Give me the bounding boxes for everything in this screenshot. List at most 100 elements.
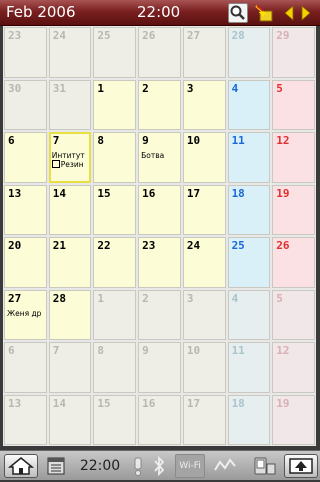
day-number: 12 [276, 344, 290, 357]
goto-today-button[interactable] [254, 3, 274, 23]
day-cell[interactable]: 3 [182, 289, 226, 340]
status-bar: 22:00 Wi-Fi [0, 450, 320, 480]
month-title[interactable]: Feb 2006 [6, 3, 76, 21]
day-cell[interactable]: 25 [93, 27, 137, 78]
day-cell[interactable]: 10 [182, 132, 226, 183]
day-cell[interactable]: 1 [93, 289, 137, 340]
day-cell[interactable]: 26 [138, 27, 181, 78]
pda-indicator[interactable] [252, 454, 278, 478]
day-number: 5 [276, 291, 283, 305]
day-cell[interactable]: 8 [93, 132, 137, 183]
day-cell[interactable]: 27 Женя др [4, 289, 47, 340]
day-cell[interactable]: 26 [272, 237, 315, 288]
day-cell[interactable]: 29 [272, 27, 315, 78]
day-cell[interactable]: 24 [48, 27, 92, 78]
day-cell[interactable]: 5 [272, 79, 315, 130]
day-cell[interactable]: 25 [227, 237, 271, 288]
day-cell[interactable]: 15 [93, 184, 137, 235]
day-number: 21 [52, 239, 66, 252]
day-cell[interactable]: 7 Интитут Резин [48, 132, 92, 183]
day-cell[interactable]: 20 [4, 237, 47, 288]
day-cell[interactable]: 11 [227, 342, 271, 393]
day-cell[interactable]: 17 [182, 394, 226, 445]
day-cell[interactable]: 4 [227, 79, 271, 130]
day-cell[interactable]: 21 [48, 237, 92, 288]
screen-rotate-button[interactable] [284, 454, 318, 478]
day-cell[interactable]: 9 [138, 342, 181, 393]
day-cell[interactable]: 13 [4, 184, 47, 235]
month-grid: 23 24 25 26 27 28 29 30 31 1 2 3 4 5 6 7 Интитут Резин 8 9 Б… [3, 26, 316, 446]
day-cell[interactable]: 18 [227, 184, 271, 235]
day-number: 7 [52, 344, 60, 357]
day-cell[interactable]: 3 [182, 79, 226, 130]
status-time[interactable]: 22:00 [76, 454, 124, 478]
search-button[interactable] [228, 3, 248, 23]
task-checkbox-icon[interactable] [51, 160, 60, 168]
day-number: 26 [276, 239, 290, 252]
day-number: 16 [142, 396, 156, 410]
task-manager-button[interactable] [40, 454, 72, 478]
day-number: 17 [186, 396, 201, 410]
day-cell[interactable]: 12 [272, 132, 315, 183]
day-cell[interactable]: 14 [48, 394, 92, 445]
day-cell[interactable]: 6 [4, 132, 47, 183]
event-title: Женя др [7, 308, 42, 318]
day-cell[interactable]: 28 [227, 27, 271, 78]
event-entry[interactable]: Интитут [52, 151, 85, 160]
day-cell[interactable]: 27 [182, 27, 226, 78]
alert-indicator[interactable] [130, 454, 146, 478]
day-cell[interactable]: 6 [4, 342, 47, 393]
day-cell[interactable]: 24 [182, 237, 226, 288]
bluetooth-indicator[interactable] [149, 454, 169, 478]
next-month-button[interactable] [299, 3, 313, 23]
day-cell[interactable]: 16 [138, 394, 181, 445]
arrow-right-icon [301, 5, 311, 21]
day-cell[interactable]: 2 [138, 289, 181, 340]
day-cell[interactable]: 28 [48, 289, 92, 340]
event-title: Резин [60, 160, 84, 169]
day-number: 30 [8, 81, 22, 95]
network-indicator[interactable] [213, 454, 237, 478]
day-cell[interactable]: 11 [227, 132, 271, 183]
day-cell[interactable]: 13 [4, 394, 47, 445]
event-entry[interactable]: Резин [51, 160, 84, 169]
day-cell[interactable]: 5 [272, 289, 315, 340]
day-cell[interactable]: 2 [138, 79, 181, 130]
day-cell[interactable]: 31 [48, 79, 92, 130]
day-cell[interactable]: 10 [182, 342, 226, 393]
day-number: 25 [97, 29, 111, 42]
day-cell[interactable]: 19 [272, 394, 315, 445]
day-number: 13 [8, 396, 22, 410]
day-cell[interactable]: 19 [272, 184, 315, 235]
day-number: 29 [276, 29, 290, 42]
prev-month-button[interactable] [282, 3, 296, 23]
day-cell[interactable]: 16 [138, 184, 181, 235]
day-number: 8 [97, 134, 105, 147]
day-cell[interactable]: 12 [272, 342, 315, 393]
event-entry[interactable]: Женя др [7, 309, 41, 318]
wifi-indicator[interactable]: Wi-Fi [175, 454, 205, 478]
day-cell[interactable]: 17 [182, 184, 226, 235]
day-cell[interactable]: 9 Ботва [138, 132, 181, 183]
day-cell[interactable]: 30 [4, 79, 47, 130]
day-cell[interactable]: 8 [93, 342, 137, 393]
day-cell[interactable]: 22 [93, 237, 137, 288]
day-cell[interactable]: 15 [93, 394, 137, 445]
day-number: 2 [142, 81, 149, 95]
day-cell[interactable]: 18 [227, 394, 271, 445]
home-button[interactable] [4, 454, 38, 478]
day-cell[interactable]: 14 [48, 184, 92, 235]
day-number: 5 [276, 81, 283, 95]
day-cell[interactable]: 23 [138, 237, 181, 288]
day-number: 23 [142, 239, 156, 252]
day-number: 19 [276, 186, 290, 200]
day-cell[interactable]: 23 [4, 27, 47, 78]
day-cell[interactable]: 1 [93, 79, 137, 130]
event-entry[interactable]: Ботва [141, 151, 164, 160]
day-number: 27 [186, 29, 201, 42]
event-title: Ботва [141, 151, 165, 160]
day-cell[interactable]: 7 [48, 342, 92, 393]
day-number: 15 [97, 186, 111, 200]
day-cell[interactable]: 4 [227, 289, 271, 340]
day-number: 10 [186, 344, 201, 357]
